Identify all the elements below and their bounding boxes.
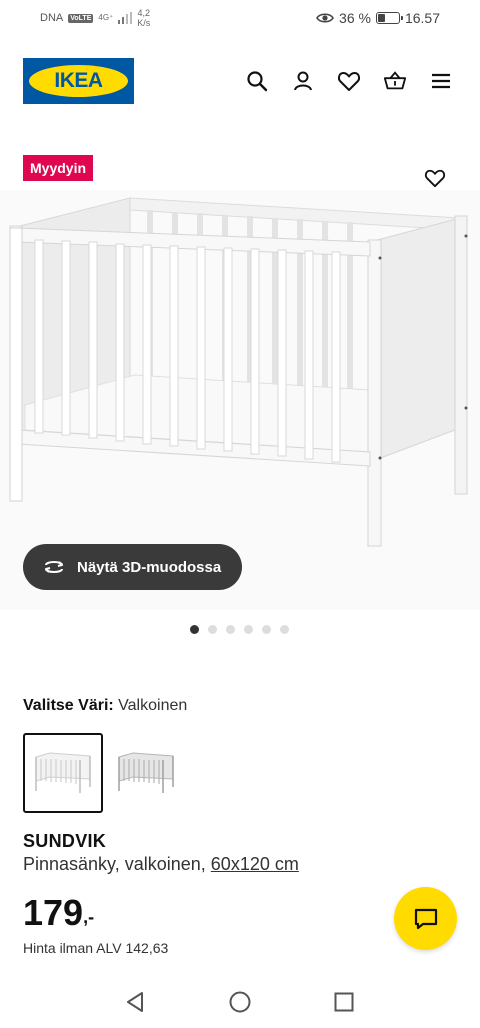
- status-right: 36 % 16.57: [316, 10, 440, 26]
- product-description: Pinnasänky, valkoinen, 60x120 cm: [23, 854, 299, 875]
- product-type: Pinnasänky, valkoinen,: [23, 854, 206, 874]
- color-swatch-grey[interactable]: [106, 733, 186, 813]
- view-3d-label: Näytä 3D-muodossa: [77, 558, 222, 576]
- menu-icon[interactable]: [429, 69, 453, 93]
- clock: 16.57: [404, 10, 440, 26]
- ikea-logo[interactable]: IKEA: [23, 58, 134, 104]
- header-actions: [245, 69, 457, 93]
- network-speed: 4,2 K/s: [137, 8, 150, 28]
- carousel-dot[interactable]: [207, 625, 217, 634]
- logo-text: IKEA: [54, 69, 103, 92]
- price-decimals: ,-: [83, 907, 95, 927]
- chat-button[interactable]: [394, 887, 457, 950]
- image-carousel-dots: [0, 625, 480, 634]
- carousel-dot[interactable]: [225, 625, 235, 634]
- price-excl-vat: Hinta ilman ALV 142,63: [23, 940, 169, 956]
- back-button[interactable]: [124, 990, 148, 1014]
- product-size-link[interactable]: 60x120 cm: [211, 854, 299, 874]
- color-label-title: Valitse Väri:: [23, 697, 114, 714]
- signal-icon: [118, 12, 133, 24]
- color-label-value: Valkoinen: [118, 697, 188, 714]
- carrier-label: DNA: [40, 12, 64, 24]
- status-left: DNA VoLTE 4G⁺ 4,2 K/s: [40, 8, 150, 28]
- color-selector-label: Valitse Väri: Valkoinen: [23, 697, 187, 715]
- logo-oval: IKEA: [29, 65, 128, 97]
- carousel-dot[interactable]: [189, 625, 199, 634]
- app-header: IKEA: [23, 58, 457, 104]
- product-price: 179 ,-: [23, 893, 94, 933]
- eye-icon: [316, 13, 334, 23]
- view-3d-button[interactable]: Näytä 3D-muodossa: [23, 544, 242, 590]
- price-integer: 179: [23, 892, 84, 933]
- battery-icon: [375, 12, 403, 24]
- status-bar: DNA VoLTE 4G⁺ 4,2 K/s 36 % 16.57: [0, 0, 480, 36]
- heart-icon[interactable]: [337, 69, 361, 93]
- bestseller-badge: Myydyin: [23, 155, 94, 181]
- back-triangle-icon: [127, 991, 143, 1012]
- color-swatch-white[interactable]: [23, 733, 103, 813]
- speed-unit: K/s: [137, 18, 151, 28]
- recents-button[interactable]: [332, 990, 356, 1014]
- crib-thumbnail: [118, 752, 174, 793]
- home-button[interactable]: [228, 990, 252, 1014]
- favourite-button[interactable]: [422, 165, 448, 191]
- product-name: SUNDVIK: [23, 831, 107, 851]
- volte-badge: VoLTE: [68, 13, 94, 23]
- crib-thumbnail: [35, 752, 91, 793]
- battery-percent: 36 %: [339, 10, 371, 26]
- profile-icon[interactable]: [291, 69, 315, 93]
- network-type: 4G⁺: [98, 13, 114, 22]
- carousel-dot[interactable]: [261, 625, 271, 634]
- home-circle-icon: [229, 991, 251, 1012]
- chat-icon: [414, 908, 437, 929]
- carousel-dot[interactable]: [279, 625, 289, 634]
- battery-level: [377, 14, 385, 22]
- basket-icon[interactable]: [383, 69, 407, 93]
- search-icon[interactable]: [245, 69, 269, 93]
- rotate-3d-icon: [45, 561, 63, 573]
- system-nav-bar: [0, 975, 480, 1028]
- heart-icon: [424, 169, 446, 188]
- recents-square-icon: [334, 992, 354, 1011]
- carousel-dot[interactable]: [243, 625, 253, 634]
- speed-value: 4,2: [137, 8, 151, 18]
